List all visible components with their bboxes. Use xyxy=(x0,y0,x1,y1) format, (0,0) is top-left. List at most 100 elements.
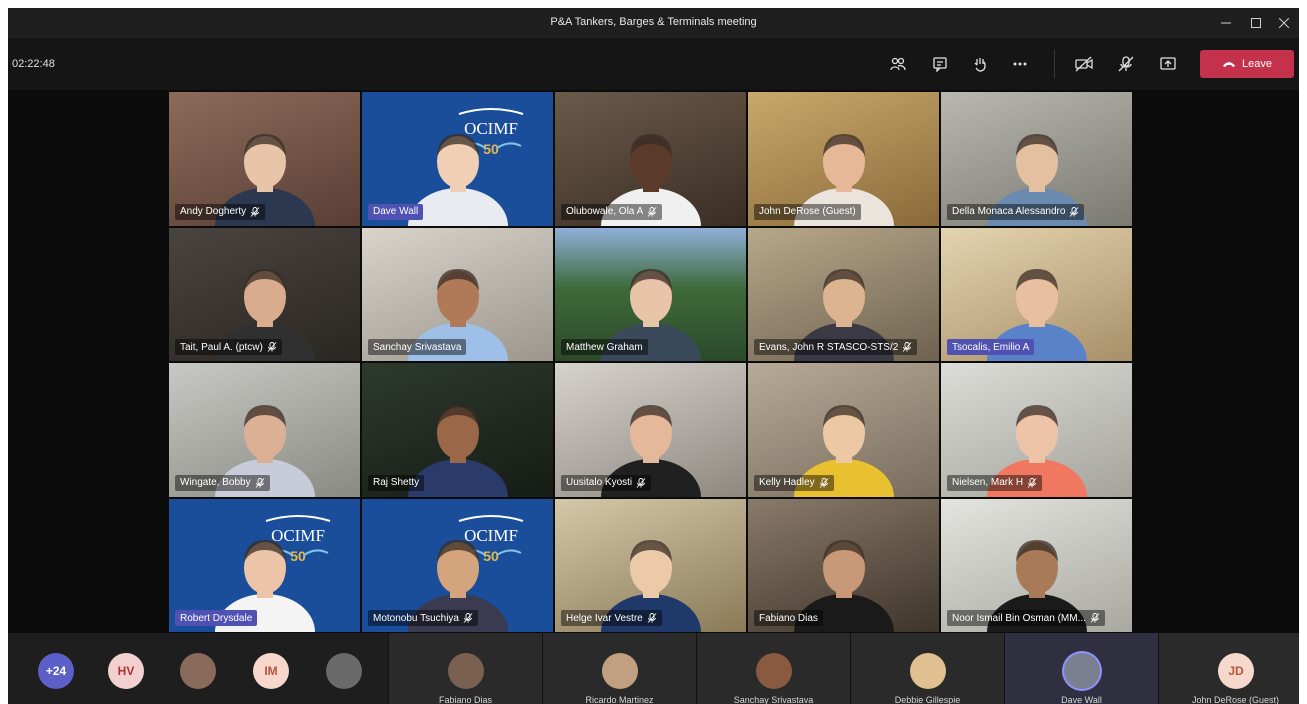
raise-hand-icon[interactable] xyxy=(970,54,990,74)
participant-name: Olubowale, Ola A xyxy=(566,206,644,217)
participant-name: Fabiano Dias xyxy=(759,612,818,624)
chat-icon[interactable] xyxy=(930,54,950,74)
video-tile[interactable]: Sanchay Srivastava xyxy=(361,226,554,362)
video-tile[interactable]: Andy Dogherty xyxy=(168,91,361,227)
participant-pill-name: Sanchay Srivastava xyxy=(733,695,814,704)
video-tile[interactable]: Tait, Paul A. (ptcw) xyxy=(168,226,361,362)
participant-name: Andy Dogherty xyxy=(180,206,247,217)
participant-name: Motonobu Tsuchiya xyxy=(373,612,459,624)
video-tile[interactable]: Raj Shetty xyxy=(361,362,554,498)
participant-name-tag: Matthew Graham xyxy=(561,339,648,355)
microphone-muted-icon xyxy=(1090,613,1100,623)
participant-name-tag: Sanchay Srivastava xyxy=(368,339,467,355)
participant-name: Nielsen, Mark H xyxy=(952,477,1024,488)
avatar[interactable]: HV xyxy=(108,653,144,689)
participant-name-tag: Raj Shetty xyxy=(368,474,425,491)
participant-name-tag: Olubowale, Ola A xyxy=(561,203,663,220)
participant-name: John DeRose (Guest) xyxy=(759,206,856,217)
participant-pill-name: Debbie Gillespie xyxy=(894,695,961,704)
participant-name: Dave Wall xyxy=(373,206,419,217)
avatar[interactable] xyxy=(180,653,216,689)
participant-name-tag: Evans, John R STASCO-STS/2 xyxy=(754,339,918,355)
participant-pill[interactable]: Debbie Gillespie xyxy=(850,633,1004,704)
video-tile[interactable]: Noor Ismail Bin Osman (MM... xyxy=(940,497,1133,633)
microphone-muted-icon xyxy=(255,477,264,488)
video-tile[interactable]: OCIMF 50 Robert Drysdale xyxy=(168,497,361,633)
participant-pill-name: Ricardo Martinez xyxy=(585,695,654,704)
teams-meeting-window: P&A Tankers, Barges & Terminals meeting … xyxy=(8,8,1299,704)
participant-name: Kelly Hadley xyxy=(759,477,815,488)
participant-name-tag: Della Monaca Alessandro xyxy=(947,203,1085,220)
avatar[interactable]: IM xyxy=(253,653,289,689)
microphone-muted-icon xyxy=(636,477,646,488)
video-tile[interactable]: Della Monaca Alessandro xyxy=(940,91,1133,227)
video-tile[interactable]: Matthew Graham xyxy=(554,226,747,362)
participant-name: Uusitalo Kyosti xyxy=(566,477,633,488)
video-tile[interactable]: Wingate, Bobby xyxy=(168,362,361,498)
video-tile[interactable]: Evans, John R STASCO-STS/2 xyxy=(747,226,940,362)
video-tile[interactable]: Nielsen, Mark H xyxy=(940,362,1133,498)
video-tile[interactable]: John DeRose (Guest) xyxy=(747,91,940,227)
video-grid: Andy Dogherty OCIMF 50 Dave Wall Olubowa… xyxy=(168,91,1133,633)
more-participants-badge[interactable]: +24 xyxy=(38,653,74,689)
participant-name: Helge Ivar Vestre xyxy=(566,612,643,624)
participant-name-tag: Nielsen, Mark H xyxy=(947,474,1043,491)
avatar xyxy=(448,653,484,689)
share-screen-icon[interactable] xyxy=(1158,54,1178,74)
participant-name: Robert Drysdale xyxy=(180,612,253,624)
participant-name-tag: Noor Ismail Bin Osman (MM... xyxy=(947,610,1105,626)
participant-strip: +24 HV IM Fabiano Dias Ricardo Martinez Sa… xyxy=(8,633,1299,704)
participant-name-tag: Helge Ivar Vestre xyxy=(561,610,662,626)
participant-name-tag: Kelly Hadley xyxy=(754,474,834,491)
more-options-icon[interactable] xyxy=(1010,54,1030,74)
maximize-icon[interactable] xyxy=(1246,13,1266,33)
participant-name: Della Monaca Alessandro xyxy=(952,206,1066,217)
participant-pill-name: Dave Wall xyxy=(1061,695,1102,704)
video-tile[interactable]: Olubowale, Ola A xyxy=(554,91,747,227)
participant-pill[interactable]: Dave Wall xyxy=(1004,633,1158,704)
participant-name: Matthew Graham xyxy=(566,341,643,353)
participant-name-tag: Motonobu Tsuchiya xyxy=(368,610,478,626)
microphone-off-icon[interactable] xyxy=(1116,54,1136,74)
participant-pill-name: Fabiano Dias xyxy=(438,695,493,704)
participant-name-tag: Fabiano Dias xyxy=(754,610,823,626)
video-tile[interactable]: OCIMF 50 Dave Wall xyxy=(361,91,554,227)
participant-name-tag: Robert Drysdale xyxy=(175,610,258,626)
avatar xyxy=(1064,653,1100,689)
participant-pill[interactable]: Sanchay Srivastava xyxy=(696,633,850,704)
microphone-muted-icon xyxy=(250,206,260,217)
meeting-toolbar: 02:22:48 Leave xyxy=(8,38,1299,90)
video-tile[interactable]: Kelly Hadley xyxy=(747,362,940,498)
camera-off-icon[interactable] xyxy=(1074,54,1094,74)
microphone-muted-icon xyxy=(463,613,473,623)
close-icon[interactable] xyxy=(1274,13,1294,33)
participants-icon[interactable] xyxy=(888,54,908,74)
participant-pill[interactable]: Fabiano Dias xyxy=(388,633,542,704)
microphone-muted-icon xyxy=(1070,206,1079,217)
participant-name-tag: Andy Dogherty xyxy=(175,203,266,220)
video-tile[interactable]: Uusitalo Kyosti xyxy=(554,362,747,498)
video-tile[interactable]: Helge Ivar Vestre xyxy=(554,497,747,633)
participant-name-tag: John DeRose (Guest) xyxy=(754,203,861,220)
participant-name-tag: Dave Wall xyxy=(368,203,424,220)
avatar: JD xyxy=(1218,653,1254,689)
video-tile[interactable]: Fabiano Dias xyxy=(747,497,940,633)
participant-name: Evans, John R STASCO-STS/2 xyxy=(759,341,899,353)
microphone-muted-icon xyxy=(819,477,828,488)
meeting-timer: 02:22:48 xyxy=(12,58,55,70)
leave-label: Leave xyxy=(1242,58,1272,70)
participant-name: Tait, Paul A. (ptcw) xyxy=(180,341,263,353)
toolbar-divider xyxy=(1054,50,1055,78)
hang-up-icon xyxy=(1223,62,1235,67)
participant-pill[interactable]: JD John DeRose (Guest) xyxy=(1158,633,1299,704)
participant-name: Raj Shetty xyxy=(373,477,420,488)
participant-name-tag: Wingate, Bobby xyxy=(175,474,270,491)
avatar[interactable] xyxy=(326,653,362,689)
minimize-icon[interactable] xyxy=(1216,13,1236,33)
participant-pill[interactable]: Ricardo Martinez xyxy=(542,633,696,704)
video-tile[interactable]: Tsocalis, Emilio A xyxy=(940,226,1133,362)
participant-name: Tsocalis, Emilio A xyxy=(952,341,1030,353)
participant-name-tag: Tait, Paul A. (ptcw) xyxy=(175,339,282,355)
leave-button[interactable]: Leave xyxy=(1200,50,1294,78)
video-tile[interactable]: OCIMF 50 Motonobu Tsuchiya xyxy=(361,497,554,633)
